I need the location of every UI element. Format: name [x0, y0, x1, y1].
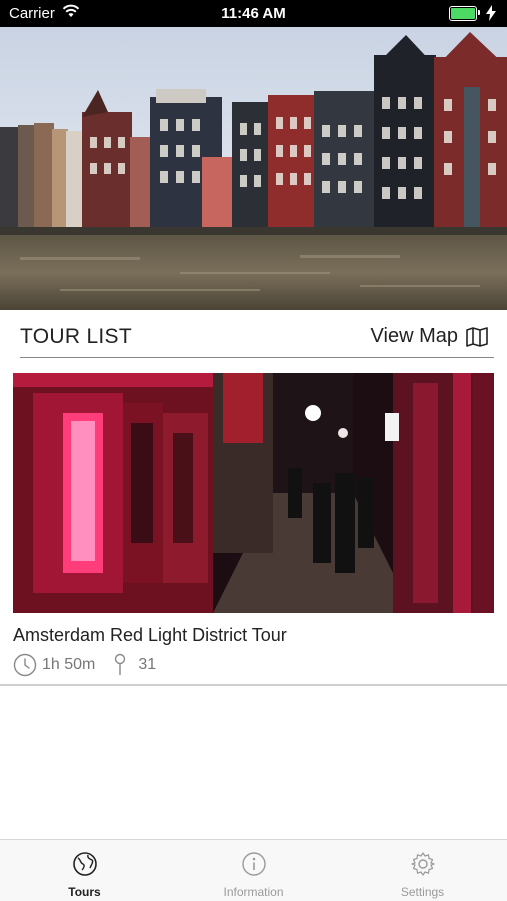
- tab-label-settings: Settings: [400, 885, 445, 899]
- clock: 11:46 AM: [221, 5, 286, 22]
- hero-image: [0, 27, 507, 310]
- pin-icon: [115, 653, 126, 675]
- tour-meta: 1h 50m 31: [13, 653, 156, 677]
- tour-card[interactable]: Amsterdam Red Light District Tour 1h 50m…: [0, 373, 507, 686]
- section-title: TOUR LIST: [20, 325, 132, 348]
- gear-icon: [411, 852, 435, 876]
- charging-icon: [484, 4, 498, 22]
- header-divider: [20, 357, 494, 358]
- card-divider: [0, 684, 507, 686]
- info-icon: [242, 852, 266, 876]
- tab-label-tours: Tours: [68, 885, 101, 899]
- clock-icon: [13, 653, 37, 677]
- view-map-button[interactable]: View Map: [371, 325, 488, 348]
- globe-icon: [73, 852, 97, 876]
- tab-tours[interactable]: Tours: [0, 840, 169, 901]
- battery-icon: [449, 6, 477, 21]
- tour-stops: 31: [138, 656, 157, 673]
- tour-duration: 1h 50m: [42, 656, 96, 673]
- battery-tip: [478, 10, 480, 15]
- tab-settings[interactable]: Settings: [338, 840, 507, 901]
- tour-list-header: TOUR LIST View Map: [14, 310, 494, 358]
- view-map-label: View Map: [370, 325, 458, 347]
- status-bar: Carrier 11:46 AM: [0, 0, 507, 27]
- tour-title: Amsterdam Red Light District Tour: [13, 625, 287, 645]
- tab-information[interactable]: Information: [169, 840, 338, 901]
- map-icon: [466, 326, 488, 347]
- tab-bar: Tours Information Settings: [0, 839, 507, 901]
- tour-image: [13, 373, 494, 613]
- tab-label-information: Information: [223, 885, 284, 899]
